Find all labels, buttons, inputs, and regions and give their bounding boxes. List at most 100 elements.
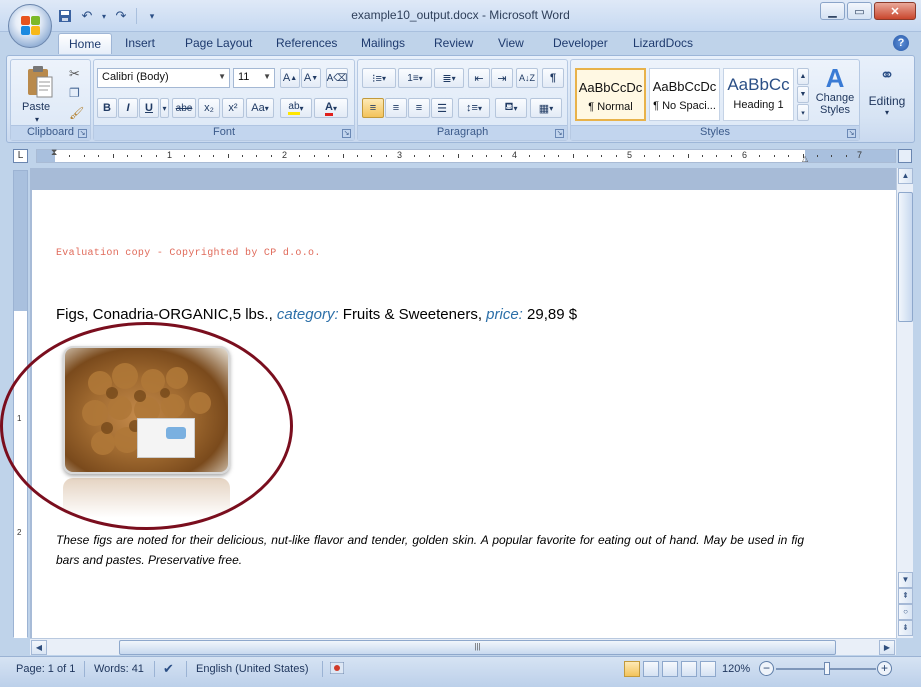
paste-label[interactable]: Paste: [22, 101, 50, 113]
gallery-down-icon[interactable]: ▼: [797, 86, 809, 103]
indent-marker-icon[interactable]: ⧗: [51, 147, 57, 158]
horizontal-scroll-thumb[interactable]: |||: [119, 640, 836, 655]
ruler-tick: [356, 155, 358, 157]
tab-review[interactable]: Review: [434, 36, 473, 50]
copy-icon[interactable]: ❐: [69, 86, 80, 100]
scroll-left-icon[interactable]: ◀: [31, 640, 47, 655]
proofing-icon[interactable]: ✔: [163, 661, 174, 677]
styles-gallery-scroll[interactable]: ▲ ▼ ▾: [797, 68, 809, 121]
change-styles-button[interactable]: A Change Styles: [811, 64, 859, 124]
superscript-button[interactable]: x²: [222, 98, 244, 118]
underline-dropdown-icon[interactable]: ▾: [160, 98, 169, 118]
gallery-up-icon[interactable]: ▲: [797, 68, 809, 85]
maximize-button[interactable]: ▭: [847, 2, 872, 20]
style-normal[interactable]: AaBbCcDc ¶ Normal: [575, 68, 646, 121]
shrink-font-button[interactable]: A ▼: [301, 68, 321, 88]
select-browse-object-icon[interactable]: ○: [898, 604, 913, 620]
font-launcher-icon[interactable]: ↘: [342, 129, 351, 138]
scroll-up-icon[interactable]: ▲: [898, 168, 913, 184]
chevron-down-icon: ▾: [418, 73, 423, 83]
tab-home[interactable]: Home: [58, 33, 113, 54]
clipboard-launcher-icon[interactable]: ↘: [78, 129, 87, 138]
tab-page-layout[interactable]: Page Layout: [185, 36, 252, 50]
tab-mailings[interactable]: Mailings: [361, 36, 405, 50]
strikethrough-button[interactable]: abe: [172, 98, 196, 118]
font-size-combo[interactable]: 11 ▼: [233, 68, 275, 88]
page-count-status[interactable]: Page: 1 of 1: [16, 663, 75, 675]
ruler-tick: [716, 155, 718, 157]
outline-view-icon[interactable]: [681, 661, 697, 677]
align-left-button[interactable]: ≡: [362, 98, 384, 118]
minimize-button[interactable]: ▁: [820, 2, 845, 20]
help-icon[interactable]: ?: [893, 35, 909, 51]
bullets-button[interactable]: ⁝≡ ▾: [362, 68, 396, 88]
evaluation-notice: Evaluation copy - Copyrighted by CP d.o.…: [56, 248, 321, 259]
align-right-button[interactable]: ≡: [408, 98, 430, 118]
increase-indent-button[interactable]: ⇥: [491, 68, 513, 88]
clear-formatting-icon: A⌫: [326, 72, 348, 84]
tab-lizarddocs[interactable]: LizardDocs: [633, 36, 693, 50]
zoom-level[interactable]: 120%: [722, 663, 750, 675]
format-painter-icon[interactable]: 🖌: [69, 106, 84, 120]
tab-developer[interactable]: Developer: [553, 36, 608, 50]
styles-launcher-icon[interactable]: ↘: [847, 129, 856, 138]
web-layout-view-icon[interactable]: [662, 661, 678, 677]
language-status[interactable]: English (United States): [196, 663, 309, 675]
borders-button[interactable]: ▦ ▾: [530, 98, 562, 118]
ruler-tick: [227, 154, 229, 158]
tab-selector-button[interactable]: L: [13, 149, 28, 163]
multilevel-list-button[interactable]: ≣ ▾: [434, 68, 464, 88]
paste-icon[interactable]: [26, 65, 54, 99]
italic-button[interactable]: I: [118, 98, 138, 118]
ruler-tick: [256, 155, 258, 157]
zoom-out-icon[interactable]: −: [759, 661, 774, 676]
shading-button[interactable]: ⛾ ▾: [495, 98, 527, 118]
paragraph-launcher-icon[interactable]: ↘: [555, 129, 564, 138]
style-no-spacing[interactable]: AaBbCcDc ¶ No Spaci...: [649, 68, 720, 121]
gallery-more-icon[interactable]: ▾: [797, 104, 809, 121]
vertical-scroll-thumb[interactable]: [898, 192, 913, 322]
full-screen-reading-view-icon[interactable]: [643, 661, 659, 677]
zoom-in-icon[interactable]: +: [877, 661, 892, 676]
style-heading-1[interactable]: AaBbCc Heading 1: [723, 68, 794, 121]
tab-insert[interactable]: Insert: [125, 36, 155, 50]
highlight-color-button[interactable]: ab ▾: [280, 98, 312, 118]
view-ruler-icon[interactable]: [898, 149, 912, 163]
cut-icon[interactable]: ✂: [69, 66, 80, 82]
previous-page-icon[interactable]: ⇞: [898, 588, 913, 604]
tab-references[interactable]: References: [276, 36, 337, 50]
scroll-right-icon[interactable]: ▶: [879, 640, 895, 655]
bold-button[interactable]: B: [97, 98, 117, 118]
subscript-button[interactable]: x₂: [198, 98, 220, 118]
underline-button[interactable]: U: [139, 98, 159, 118]
zoom-slider-thumb[interactable]: [824, 662, 830, 675]
paste-dropdown-icon[interactable]: ▾: [35, 115, 39, 124]
scroll-down-icon[interactable]: ▼: [898, 572, 913, 588]
horizontal-ruler[interactable]: ⧗ △ 1234567: [36, 147, 896, 163]
word-count-status[interactable]: Words: 41: [94, 663, 144, 675]
change-case-button[interactable]: Aa ▾: [246, 98, 274, 118]
numbering-button[interactable]: 1≡ ▾: [398, 68, 432, 88]
grow-font-button[interactable]: A ▲: [280, 68, 300, 88]
clear-formatting-button[interactable]: A⌫: [326, 68, 348, 88]
show-formatting-button[interactable]: ¶: [542, 68, 564, 88]
style-name: ¶ No Spaci...: [653, 100, 716, 112]
ruler-tick: [98, 155, 100, 157]
line-spacing-button[interactable]: ↕≡ ▾: [458, 98, 490, 118]
sort-button[interactable]: A↓Z: [516, 68, 538, 88]
macro-record-icon[interactable]: [329, 661, 345, 677]
font-color-button[interactable]: A ▾: [314, 98, 348, 118]
draft-view-icon[interactable]: [700, 661, 716, 677]
editing-group[interactable]: ⚭ Editing ▾: [863, 59, 911, 141]
decrease-indent-button[interactable]: ⇤: [468, 68, 490, 88]
tab-view[interactable]: View: [498, 36, 524, 50]
vertical-scrollbar[interactable]: ▲ ▼ ⇞ ○ ⇟: [896, 168, 913, 638]
align-center-button[interactable]: ≡: [385, 98, 407, 118]
next-page-icon[interactable]: ⇟: [898, 620, 913, 636]
justify-button[interactable]: ☰: [431, 98, 453, 118]
print-layout-view-icon[interactable]: [624, 661, 640, 677]
office-button[interactable]: [8, 4, 52, 48]
font-family-combo[interactable]: Calibri (Body) ▼: [97, 68, 230, 88]
horizontal-scrollbar[interactable]: ◀ ||| ▶: [30, 638, 896, 655]
close-button[interactable]: ✕: [874, 2, 916, 20]
